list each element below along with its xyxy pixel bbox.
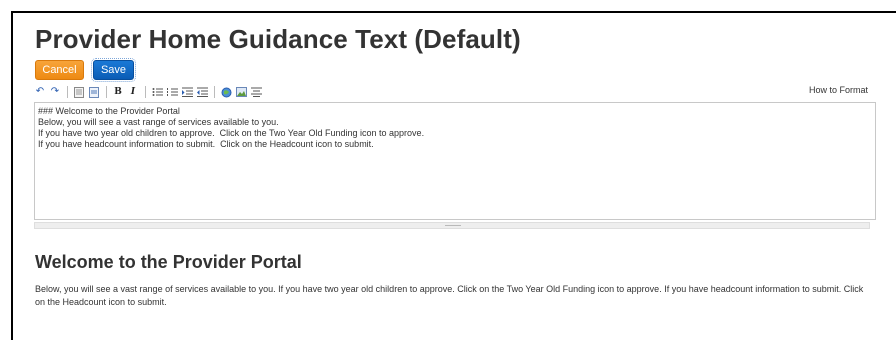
markdown-editor[interactable]: ### Welcome to the Provider Portal Below… — [34, 102, 876, 220]
undo-icon[interactable]: ↶ — [34, 86, 46, 98]
link-icon[interactable] — [220, 86, 232, 98]
insert-section-icon[interactable] — [88, 86, 100, 98]
editor-line: Below, you will see a vast range of serv… — [38, 117, 279, 127]
preview-heading: Welcome to the Provider Portal — [35, 252, 302, 272]
toolbar-divider — [214, 86, 215, 98]
editor-toolbar: ↶ ↷ B I — [34, 84, 870, 100]
toolbar-divider — [145, 86, 146, 98]
numbered-list-icon[interactable] — [166, 86, 178, 98]
bold-icon[interactable]: B — [112, 86, 124, 98]
toolbar-divider — [106, 86, 107, 98]
editor-line: If you have two year old children to app… — [38, 128, 425, 138]
toolbar-divider — [67, 86, 68, 98]
indent-icon[interactable] — [181, 86, 193, 98]
page-title: Provider Home Guidance Text (Default) — [35, 24, 521, 54]
resize-grip-icon — [445, 225, 461, 227]
align-icon[interactable] — [250, 86, 262, 98]
save-button[interactable]: Save — [91, 58, 136, 82]
editor-resize-handle[interactable] — [34, 222, 870, 229]
editor-line: If you have headcount information to sub… — [38, 139, 374, 149]
preview-body: Below, you will see a vast range of serv… — [35, 284, 864, 307]
redo-icon[interactable]: ↷ — [49, 86, 61, 98]
cancel-button[interactable]: Cancel — [35, 60, 84, 80]
editor-line: ### Welcome to the Provider Portal — [38, 106, 180, 116]
image-icon[interactable] — [235, 86, 247, 98]
outdent-icon[interactable] — [196, 86, 208, 98]
bulleted-list-icon[interactable] — [151, 86, 163, 98]
insert-page-icon[interactable] — [73, 86, 85, 98]
italic-icon[interactable]: I — [127, 86, 139, 98]
how-to-format-link[interactable]: How to Format — [809, 85, 868, 95]
